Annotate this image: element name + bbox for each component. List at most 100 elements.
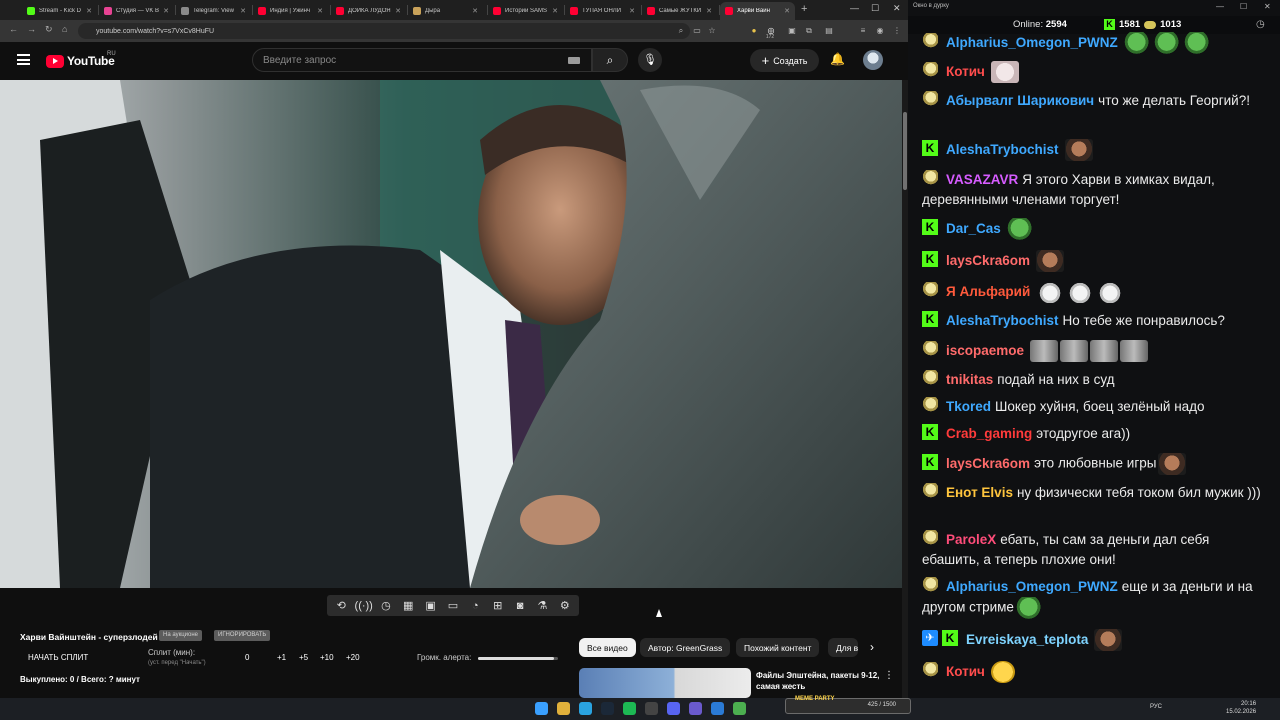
obs-icon[interactable] bbox=[645, 702, 658, 715]
browser-tab[interactable]: Telegram: View ✕ bbox=[176, 2, 251, 20]
cast-icon[interactable]: ▭ bbox=[691, 25, 703, 37]
clock-icon[interactable]: ◷ bbox=[1256, 19, 1265, 30]
clapper-icon[interactable]: ▦ bbox=[399, 599, 417, 612]
chat-minimize-icon[interactable]: — bbox=[1216, 2, 1224, 11]
gear-icon[interactable]: ⚙ bbox=[556, 599, 574, 612]
chat-username[interactable]: Crab_gaming bbox=[946, 426, 1032, 441]
tab-close-icon[interactable]: ✕ bbox=[395, 7, 401, 15]
browser-tab[interactable]: Самые ЖУТКИ ✕ bbox=[642, 2, 717, 20]
chip-author[interactable]: Автор: GreenGrass bbox=[640, 638, 731, 657]
speed-icon[interactable]: ◔ bbox=[466, 600, 484, 612]
recommended-title[interactable]: Файлы Эпштейна, пакеты 9-12, самая жесть bbox=[756, 670, 881, 692]
auction-badge[interactable]: На аукционе bbox=[159, 630, 203, 641]
recommended-video[interactable]: Файлы Эпштейна, пакеты 9-12, самая жесть… bbox=[579, 668, 902, 698]
chevron-right-icon[interactable]: › bbox=[870, 640, 874, 654]
zoom-icon[interactable]: ⌕ bbox=[675, 25, 687, 37]
puzzle-icon[interactable]: ⧉ bbox=[803, 25, 815, 37]
chip-all-videos[interactable]: Все видео bbox=[579, 638, 636, 657]
maximize-icon[interactable]: ☐ bbox=[871, 3, 879, 14]
loop-icon[interactable]: ⟲ bbox=[332, 599, 350, 612]
chip-similar[interactable]: Похожий контент bbox=[736, 638, 820, 657]
browser-tab[interactable]: ТУПАЯ ОНЛИ ✕ bbox=[565, 2, 640, 20]
browser-tab[interactable]: Истории SAMS ✕ bbox=[488, 2, 563, 20]
search-input[interactable]: Введите запрос bbox=[252, 48, 592, 72]
home-icon[interactable]: ⌂ bbox=[62, 24, 67, 34]
watch-later-icon[interactable]: ◷ bbox=[377, 599, 395, 612]
tab-close-icon[interactable]: ✕ bbox=[629, 7, 635, 15]
tab-close-icon[interactable]: ✕ bbox=[163, 7, 169, 15]
page-scrollbar-thumb[interactable] bbox=[903, 112, 907, 190]
tab-close-icon[interactable]: ✕ bbox=[317, 7, 323, 15]
browser-tab[interactable]: Stream - Kick D ✕ bbox=[22, 2, 97, 20]
telegram-icon[interactable] bbox=[579, 702, 592, 715]
tab-close-icon[interactable]: ✕ bbox=[784, 7, 790, 15]
media-icon[interactable] bbox=[689, 702, 702, 715]
back-icon[interactable]: ← bbox=[9, 24, 18, 34]
chat-username[interactable]: Alpharius_Omegon_PWNZ bbox=[946, 579, 1118, 594]
add-screen-icon[interactable]: ⊞ bbox=[489, 599, 507, 612]
start-split-button[interactable]: НАЧАТЬ СПЛИТ bbox=[28, 653, 88, 662]
chip-for-you[interactable]: Для в bbox=[828, 638, 858, 657]
create-button[interactable]: + Создать bbox=[750, 49, 819, 72]
chat-username[interactable]: tnikitas bbox=[946, 372, 993, 387]
video-player[interactable] bbox=[0, 80, 902, 588]
notifications-bell-icon[interactable]: 🔔 bbox=[830, 52, 845, 66]
extension-coin-icon[interactable]: ● bbox=[748, 25, 760, 37]
chat-username[interactable]: laysCkra6om bbox=[946, 253, 1030, 268]
step-plus-10-button[interactable]: +10 bbox=[320, 653, 334, 662]
chat-username[interactable]: Котич bbox=[946, 64, 985, 79]
chat-close-icon[interactable]: ✕ bbox=[1264, 2, 1271, 11]
broadcast-icon[interactable]: ((·)) bbox=[355, 600, 373, 612]
menu-dots-icon[interactable]: ⋮ bbox=[891, 25, 903, 37]
step-plus-20-button[interactable]: +20 bbox=[346, 653, 360, 662]
new-tab-button[interactable]: + bbox=[801, 3, 807, 15]
menu-hamburger-icon[interactable] bbox=[17, 54, 30, 65]
taskbar-clock[interactable]: 20:16 15.02.2026 bbox=[1226, 700, 1256, 716]
flask-icon[interactable]: ⚗ bbox=[533, 599, 551, 612]
profile-icon[interactable]: ◉ bbox=[874, 25, 886, 37]
chat-username[interactable]: Енот Elvis bbox=[946, 485, 1013, 500]
steam-icon[interactable] bbox=[601, 702, 614, 715]
chat-maximize-icon[interactable]: ☐ bbox=[1240, 2, 1247, 11]
camera-icon[interactable]: ◙ bbox=[511, 600, 529, 612]
chat-username[interactable]: Tkored bbox=[946, 399, 991, 414]
chat-username[interactable]: iscopaemoe bbox=[946, 343, 1024, 358]
app-icon[interactable] bbox=[667, 702, 680, 715]
more-vert-icon[interactable]: ⋮ bbox=[884, 670, 894, 681]
close-window-icon[interactable]: ✕ bbox=[893, 3, 901, 14]
chat-username[interactable]: AleshaTrybochist bbox=[946, 313, 1059, 328]
url-bar[interactable]: youtube.com/watch?v=s7VxCv8HuFU bbox=[78, 23, 690, 39]
chat-username[interactable]: ParoleX bbox=[946, 532, 996, 547]
youtube-logo[interactable]: YouTube bbox=[46, 54, 115, 68]
tab-close-icon[interactable]: ✕ bbox=[472, 7, 478, 15]
language-indicator[interactable]: РУС bbox=[1150, 704, 1162, 710]
miniplayer-icon[interactable]: ▣ bbox=[422, 599, 440, 612]
forward-icon[interactable]: → bbox=[27, 24, 36, 34]
chat-username[interactable]: Я Альфарий bbox=[946, 284, 1030, 299]
browser-tab[interactable]: Дыра ✕ bbox=[408, 2, 483, 20]
minimize-icon[interactable]: — bbox=[850, 3, 859, 13]
avatar[interactable] bbox=[863, 50, 883, 70]
tab-close-icon[interactable]: ✕ bbox=[86, 7, 92, 15]
reading-list-icon[interactable]: ≡ bbox=[857, 25, 869, 37]
chat-username[interactable]: VASAZAVR bbox=[946, 172, 1018, 187]
chat-username[interactable]: Alpharius_Omegon_PWNZ bbox=[946, 35, 1118, 50]
browser-tab[interactable]: ДОЙКА ЛУДОЯ ✕ bbox=[331, 2, 406, 20]
chat-username[interactable]: AleshaTrybochist bbox=[946, 142, 1059, 157]
windows-icon[interactable] bbox=[535, 702, 548, 715]
chat-username[interactable]: Абырвалг Шарикович bbox=[946, 93, 1094, 108]
chat-scrollbar[interactable] bbox=[1270, 36, 1274, 696]
reload-icon[interactable]: ↻ bbox=[45, 24, 53, 35]
sidebar-icon[interactable]: ▤ bbox=[823, 25, 835, 37]
chat-username[interactable]: Evreiskaya_teplota bbox=[966, 632, 1088, 647]
split-value[interactable]: 0 bbox=[245, 653, 249, 662]
keyboard-icon[interactable] bbox=[568, 57, 580, 64]
chat-username[interactable]: laysCkra6om bbox=[946, 456, 1030, 471]
vscode-icon[interactable] bbox=[711, 702, 724, 715]
tab-close-icon[interactable]: ✕ bbox=[552, 7, 558, 15]
alert-volume-slider[interactable] bbox=[478, 657, 558, 660]
voice-search-icon[interactable]: 🎙 bbox=[638, 48, 662, 72]
ignore-button[interactable]: ИГНОРИРОВАТЬ bbox=[214, 630, 271, 641]
browser-tab[interactable]: Студия — VK B ✕ bbox=[99, 2, 174, 20]
tab-close-icon[interactable]: ✕ bbox=[240, 7, 246, 15]
